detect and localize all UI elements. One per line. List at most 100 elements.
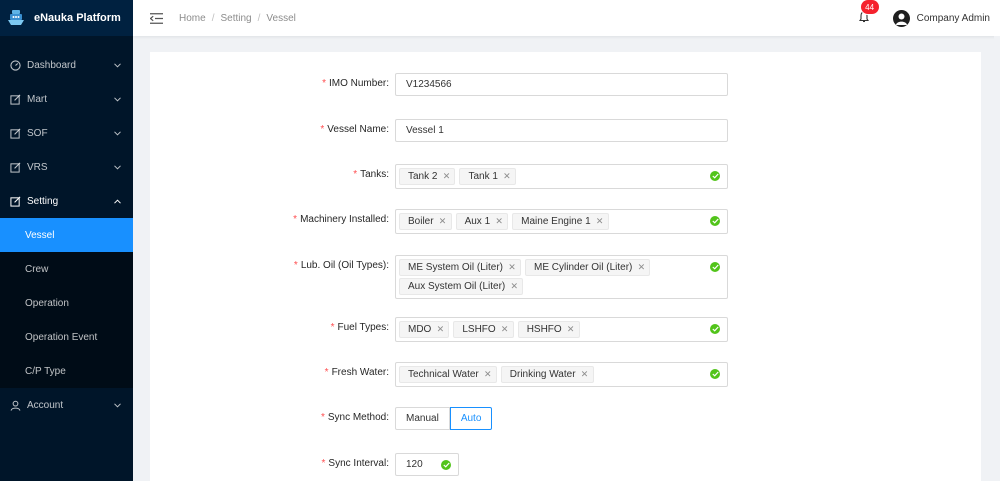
form-row-sync-method: * Sync Method: Manual Auto: [150, 407, 981, 430]
close-icon[interactable]: ✕: [503, 171, 511, 182]
sidebar-item-account[interactable]: Account: [0, 388, 133, 422]
chevron-down-icon: [113, 401, 121, 409]
machinery-select[interactable]: Boiler ✕ Aux 1 ✕ Maine Engine 1 ✕: [395, 209, 728, 234]
close-icon[interactable]: ✕: [567, 324, 575, 335]
close-icon[interactable]: ✕: [501, 324, 509, 335]
breadcrumb-setting[interactable]: Setting: [220, 13, 251, 24]
sidebar-item-operation[interactable]: Operation: [0, 286, 133, 320]
close-icon[interactable]: ✕: [439, 216, 447, 227]
header: Home / Setting / Vessel 44 Company Admin: [133, 0, 1000, 36]
chevron-up-icon: [113, 197, 121, 205]
close-icon[interactable]: ✕: [508, 262, 516, 273]
chevron-down-icon: [113, 61, 121, 69]
app-title: eNauka Platform: [34, 12, 121, 24]
form-row-sync-interval: * Sync Interval: 120: [150, 453, 981, 476]
sidebar-item-crew[interactable]: Crew: [0, 252, 133, 286]
close-icon[interactable]: ✕: [436, 324, 445, 335]
notification-badge: 44: [860, 0, 879, 14]
breadcrumb: Home / Setting / Vessel: [179, 13, 296, 24]
sidebar-item-mart[interactable]: Mart: [0, 82, 133, 116]
close-icon[interactable]: ✕: [442, 171, 451, 182]
user-menu[interactable]: Company Admin: [892, 9, 990, 27]
sidebar-item-label: Dashboard: [27, 59, 76, 71]
vessel-name-input[interactable]: Vessel 1: [395, 119, 728, 142]
sync-manual-radio[interactable]: Manual: [395, 407, 450, 430]
sync-auto-radio[interactable]: Auto: [449, 407, 493, 430]
vessel-name-label: * Vessel Name:: [320, 124, 389, 135]
user-icon: [9, 399, 21, 411]
notification-bell[interactable]: 44: [857, 0, 879, 25]
setting-submenu: Vessel Crew Operation Operation Event C/…: [0, 218, 133, 388]
sidebar-item-cp-type[interactable]: C/P Type: [0, 354, 133, 388]
tag: Technical Water ✕: [399, 366, 497, 383]
lub-oil-label: * Lub. Oil (Oil Types):: [293, 260, 389, 271]
sidebar-item-operation-event[interactable]: Operation Event: [0, 320, 133, 354]
close-icon[interactable]: ✕: [495, 216, 503, 227]
tag: Tank 2 ✕: [399, 168, 456, 185]
avatar: [892, 9, 910, 27]
check-circle-icon: [710, 171, 720, 181]
menu-fold-icon[interactable]: [149, 11, 163, 25]
tanks-select[interactable]: Tank 2 ✕ Tank 1 ✕: [395, 164, 728, 189]
fresh-water-label: * Fresh Water:: [324, 367, 389, 378]
edit-icon: [9, 127, 21, 139]
sidebar-item-vrs[interactable]: VRS: [0, 150, 133, 184]
dashboard-icon: [9, 59, 21, 71]
tag: ME Cylinder Oil (Liter) ✕: [525, 259, 651, 276]
sidebar-item-sof[interactable]: SOF: [0, 116, 133, 150]
tag: MDO ✕: [399, 321, 450, 338]
close-icon[interactable]: ✕: [484, 369, 492, 380]
sidebar: eNauka Platform Dashboard Mart SOF VRS S…: [0, 0, 133, 481]
form-row-vessel-name: * Vessel Name: Vessel 1: [150, 119, 981, 142]
tag: Tank 1 ✕: [459, 168, 516, 185]
tag: Aux System Oil (Liter) ✕: [399, 278, 524, 295]
check-circle-icon: [710, 324, 720, 334]
close-icon[interactable]: ✕: [581, 369, 589, 380]
form-row-machinery: * Machinery Installed: Boiler ✕ Aux 1 ✕ Mai…: [150, 209, 981, 234]
vessel-form-card: * IMO Number: V1234566 * Vessel Name: Vess…: [150, 52, 981, 481]
edit-icon: [9, 195, 21, 207]
edit-icon: [9, 161, 21, 173]
tanks-label: * Tanks:: [353, 169, 389, 180]
fresh-water-select[interactable]: Technical Water ✕ Drinking Water ✕: [395, 362, 728, 387]
breadcrumb-home[interactable]: Home: [179, 13, 206, 24]
form-row-imo: * IMO Number: V1234566: [150, 73, 981, 96]
machinery-label: * Machinery Installed:: [293, 214, 389, 225]
check-circle-icon: [710, 369, 720, 379]
sync-interval-label: * Sync Interval:: [321, 458, 390, 469]
form-row-tanks: * Tanks: Tank 2 ✕ Tank 1 ✕: [150, 164, 981, 189]
close-icon[interactable]: ✕: [637, 262, 646, 273]
tag: Aux 1 ✕: [455, 213, 509, 230]
tag: Drinking Water ✕: [500, 366, 594, 383]
tag: LSHFO ✕: [453, 321, 514, 338]
form-row-fuel: * Fuel Types: MDO ✕ LSHFO ✕ HSHFO ✕: [150, 317, 981, 342]
sidebar-item-label: SOF: [27, 127, 48, 139]
check-circle-icon: [710, 262, 720, 272]
imo-label: * IMO Number:: [322, 78, 389, 89]
ship-logo-icon: [6, 8, 26, 28]
user-name: Company Admin: [916, 12, 990, 24]
close-icon[interactable]: ✕: [596, 216, 604, 227]
lub-oil-select[interactable]: ME System Oil (Liter) ✕ ME Cylinder Oil (…: [395, 255, 728, 299]
breadcrumb-separator: /: [257, 12, 261, 24]
sidebar-item-dashboard[interactable]: Dashboard: [0, 48, 133, 82]
page-scrollbar[interactable]: [994, 36, 1000, 481]
sidebar-item-label: Mart: [27, 93, 47, 105]
sync-interval-input[interactable]: 120: [395, 453, 459, 476]
chevron-down-icon: [113, 129, 121, 137]
check-circle-icon: [441, 460, 451, 470]
tag: Boiler ✕: [399, 213, 452, 230]
tag: HSHFO ✕: [517, 321, 580, 338]
sidebar-item-label: Setting: [27, 195, 59, 207]
close-icon[interactable]: ✕: [510, 281, 518, 292]
sidebar-item-setting[interactable]: Setting: [0, 184, 133, 218]
edit-icon: [9, 93, 21, 105]
form-row-lub-oil: * Lub. Oil (Oil Types): ME System Oil (Li…: [150, 255, 981, 299]
tag: Maine Engine 1 ✕: [512, 213, 609, 230]
logo[interactable]: eNauka Platform: [0, 0, 133, 36]
chevron-down-icon: [113, 95, 121, 103]
tag: ME System Oil (Liter) ✕: [399, 259, 522, 276]
fuel-types-select[interactable]: MDO ✕ LSHFO ✕ HSHFO ✕: [395, 317, 728, 342]
sidebar-item-vessel[interactable]: Vessel: [0, 218, 133, 252]
imo-number-input[interactable]: V1234566: [395, 73, 728, 96]
